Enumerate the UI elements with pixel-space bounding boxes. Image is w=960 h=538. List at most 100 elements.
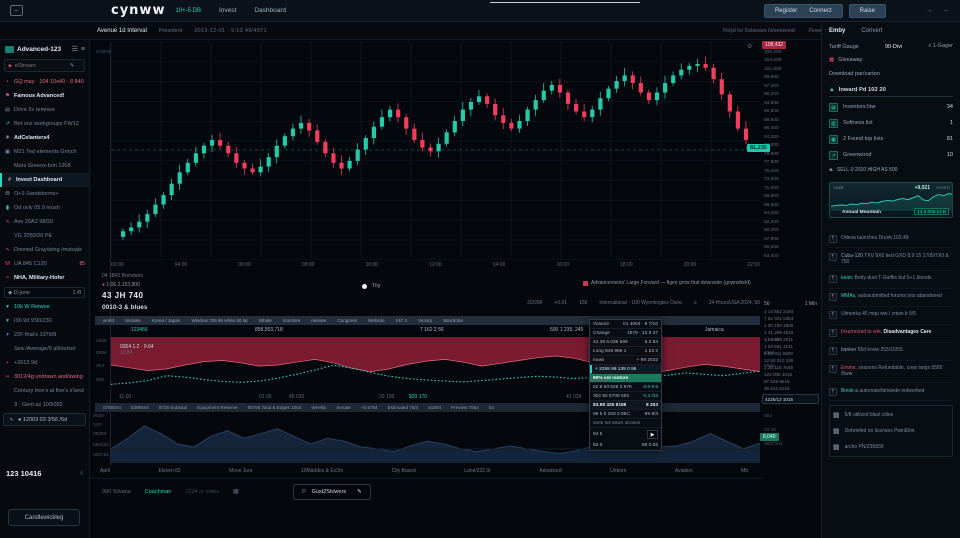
coachman-link[interactable]: Coachman — [145, 489, 172, 495]
giveaway-label[interactable]: Giveaway — [838, 57, 862, 63]
month-axis-label[interactable]: Move Jure — [229, 468, 252, 474]
panel-stat-row[interactable]: ↗Greenwood10 — [829, 147, 953, 163]
month-axis-label[interactable]: Unborn — [610, 468, 626, 474]
watchlist-item[interactable]: ▤Drive 2x remixes — [0, 103, 89, 117]
ladder-row[interactable]: 1 41 258 4518 — [762, 329, 819, 336]
news-item[interactable]: ¶Ulmenka 45 mqu ww / zrtwn b 5/5 — [829, 307, 953, 325]
mid-toolbar-item[interactable]: 20/200 — [527, 300, 542, 306]
watchlist-item[interactable]: •GQ may · 104 10x40 · 8 840 — [0, 75, 89, 89]
summary-card[interactable]: +122 +9,021 SAVED Annual Mountain 14.4.0… — [829, 182, 953, 218]
volume-area-chart[interactable] — [111, 413, 760, 463]
news-item[interactable]: ¶banker 55d know 255/15/55 — [829, 343, 953, 361]
table-column-header[interactable]: Whale — [259, 318, 272, 323]
table-column-header[interactable]: Wardrobe — [443, 318, 463, 323]
watchlist-item[interactable]: Sea /Average/9 all/outset — [0, 342, 89, 356]
strip2-column-header[interactable]: 5399444 — [131, 405, 149, 410]
month-axis-label[interactable]: City Based — [392, 468, 416, 474]
ladder-row[interactable]: 1 30 115 7545 — [762, 364, 819, 371]
watchlist-item[interactable]: ΘO+3 Sandstorms+ — [0, 187, 89, 201]
table-column-header[interactable]: release — [311, 318, 326, 323]
register-button[interactable]: Register — [775, 8, 797, 14]
ladder-row[interactable]: 97 545 5515 — [762, 378, 819, 385]
watchlist-item[interactable]: 3 · Gent as 10/5050 — [0, 398, 89, 412]
ladder-row[interactable]: 45 521 5215 — [762, 385, 819, 392]
strip2-column-header[interactable]: 90795 Total & Edges 1004 — [247, 405, 301, 410]
table-column-header[interactable]: Victory — [418, 318, 432, 323]
table-column-header[interactable]: monitors — [283, 318, 301, 323]
nav-item-dashboard[interactable]: Dashboard — [254, 7, 286, 14]
month-axis-label[interactable]: Lane/232.0r — [464, 468, 491, 474]
watchlist-item[interactable]: ∞3012/4g undrawn and/swing — [0, 370, 89, 384]
search-input[interactable] — [15, 63, 67, 69]
raise-button[interactable]: Raise — [849, 4, 886, 18]
download-row-label[interactable]: Download par/carton — [829, 71, 880, 77]
ladder-row[interactable]: 1 30 150 1505 — [762, 322, 819, 329]
watchlist-item[interactable]: #Invest Dashboard — [0, 173, 89, 187]
mid-toolbar-item[interactable]: 156 — [579, 300, 587, 306]
ladder-row[interactable]: 1 52 581 4011 — [762, 343, 819, 350]
menu-icon[interactable]: – — [10, 5, 23, 16]
list-view-icon[interactable]: ☰ — [72, 45, 78, 53]
arrow-left-icon[interactable]: ← — [943, 7, 950, 14]
strip2-column-header[interactable]: Equipment Reserve — [197, 405, 237, 410]
bottom-chart-month-axis[interactable]: AprilEleven 82Move Jure10Maddox & Ex2mCi… — [100, 468, 748, 474]
depth-area-chart[interactable] — [111, 337, 760, 393]
tab-emby[interactable]: Emby — [829, 28, 845, 34]
watchlist-item[interactable]: ↗Bet onz workgroups FW12 — [0, 117, 89, 131]
watchlist-search[interactable]: ◆ ✎ — [4, 59, 85, 72]
strip2-column-header[interactable]: +5 5754 — [361, 405, 378, 410]
mid-toolbar-item[interactable]: 24 HoursUSA 2024, 56 — [709, 300, 760, 306]
ladder-row[interactable]: 1 04 405 2011 — [762, 336, 819, 343]
table-column-header[interactable]: Ukraine — [125, 318, 141, 323]
candlestick-button[interactable]: Candlewickleg — [8, 509, 80, 526]
strip2-column-header[interactable]: 0786544 — [103, 405, 121, 410]
stowers-button[interactable]: ⚐ Gust2Stowers ✎ — [293, 484, 371, 500]
news-item[interactable]: ¶Insurrected to wrk: Disadvantages Care — [829, 325, 953, 343]
ladder-row[interactable]: 1 14 552 2194 — [762, 308, 819, 315]
connect-button[interactable]: Connect — [809, 8, 831, 14]
axis-settings-gear-icon[interactable]: ⚙ — [747, 43, 752, 50]
month-axis-label[interactable]: Aviation — [675, 468, 693, 474]
strip2-column-header[interactable]: 51504 — [428, 405, 441, 410]
news-item[interactable]: ¶Odesa launches Drunk 103.49 — [829, 230, 953, 248]
menu-lines-icon[interactable]: ≡ — [81, 46, 85, 53]
watchlist-item[interactable]: Mars Greens-brin 1268 — [0, 159, 89, 173]
ladder-row[interactable]: 7 52 401 5354 — [762, 315, 819, 322]
grid-icon[interactable]: ▦ — [233, 488, 239, 495]
pencil-icon[interactable]: ✎ — [70, 63, 75, 69]
strip2-column-header[interactable]: 54 — [489, 405, 494, 410]
table-column-header[interactable]: Korea / Japan — [152, 318, 181, 323]
edit-pencil-icon[interactable]: ✎ — [357, 489, 362, 495]
month-axis-label[interactable]: 10Maddox & Ex2m — [301, 468, 343, 474]
table-column-header[interactable]: world — [103, 318, 114, 323]
watchlist-item[interactable]: ∿Donned Gray/wing /mutuals — [0, 243, 89, 257]
ladder-footer[interactable]: 4225/12 1015 — [762, 394, 819, 404]
panel-stat-row[interactable]: ▤Inventors line34 — [829, 99, 953, 115]
news-item[interactable]: ¶Emma, seasons Refundable, crew twigs 55… — [829, 361, 953, 384]
arrow-right-icon[interactable]: → — [926, 7, 933, 14]
watchlist-item[interactable]: •+2013 9d — [0, 356, 89, 370]
ladder-row[interactable]: 12 52 510 155 — [762, 357, 819, 364]
strip2-column-header[interactable]: Senate — [336, 405, 351, 410]
toolbar-right-label-1[interactable]: Floyd for Delaware Greenwood — [723, 28, 795, 34]
table-column-header[interactable]: Window 709 95 white 90 lat — [191, 318, 247, 323]
watchlist-item[interactable]: Century tree's at five's s'land — [0, 384, 89, 398]
panel-stat-row[interactable]: ▥Softness list1 — [829, 115, 953, 131]
mid-toolbar-item[interactable]: International · 100 Wyomingtes Owre — [599, 300, 682, 306]
month-axis-label[interactable]: Mb — [741, 468, 748, 474]
symbol-interval-label[interactable]: Avenue 1d Interval — [97, 28, 147, 34]
strip2-column-header[interactable]: Estimated 75/4 — [388, 405, 419, 410]
month-axis-label[interactable]: Advanced — [539, 468, 561, 474]
mid-toolbar-item[interactable]: +0.01 — [554, 300, 567, 306]
tab-convert[interactable]: Convert — [861, 28, 882, 34]
watchlist-item[interactable]: ✳AdCelanters4 — [0, 131, 89, 145]
watchlist-item[interactable]: VG 2050/20 PE — [0, 229, 89, 243]
strip2-column-header[interactable]: Weekly — [311, 405, 326, 410]
table-column-header[interactable]: Website — [368, 318, 385, 323]
watchlist-item[interactable]: ≈NHA, Military-Hofer — [0, 271, 89, 285]
news-item[interactable]: ¶kean: Betty dust T-Outfits but 5+1 blon… — [829, 271, 953, 289]
qr-link-item[interactable]: ▦archo PN/235839 — [833, 439, 949, 455]
panel-stat-row[interactable]: ▦2 Found top lists81 — [829, 131, 953, 147]
table-column-header[interactable]: Congress — [337, 318, 357, 323]
news-item[interactable]: ¶Breck a automatefishwede networked — [829, 383, 953, 401]
